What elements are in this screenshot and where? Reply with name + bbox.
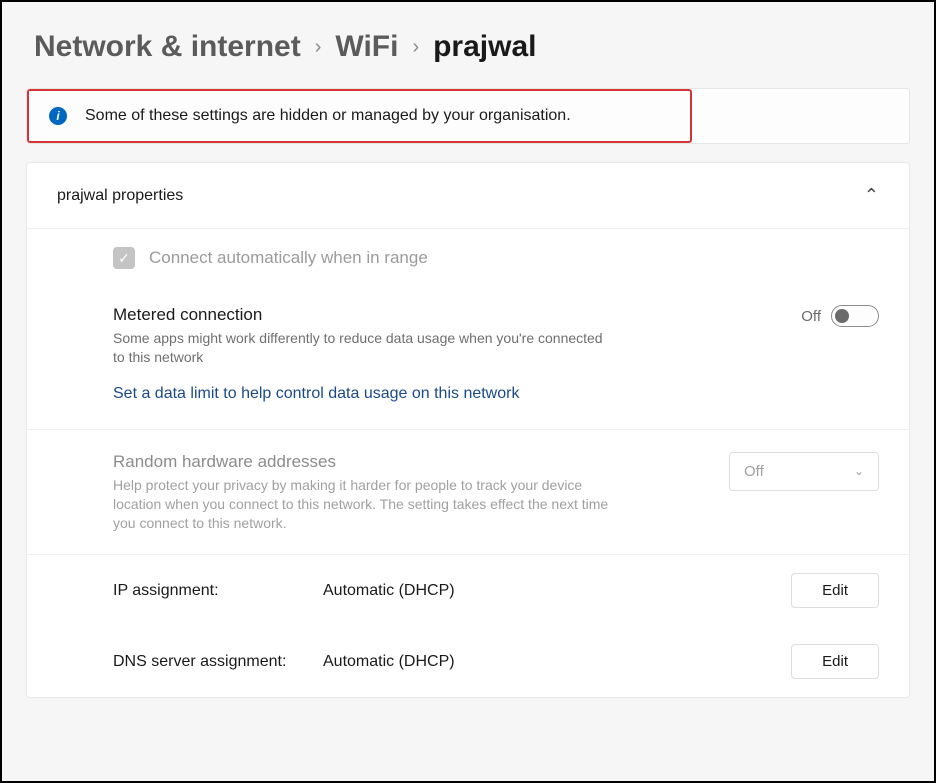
org-managed-text: Some of these settings are hidden or man…	[85, 107, 571, 125]
random-hardware-row: Random hardware addresses Help protect y…	[27, 430, 909, 556]
toggle-knob	[835, 309, 849, 323]
ip-assignment-value: Automatic (DHCP)	[323, 582, 771, 600]
info-icon: i	[49, 107, 67, 125]
breadcrumb-current: prajwal	[433, 30, 536, 64]
metered-connection-row: Metered connection Some apps might work …	[27, 287, 909, 430]
properties-panel: prajwal properties ⌃ ✓ Connect automatic…	[26, 162, 910, 698]
dns-assignment-row: DNS server assignment: Automatic (DHCP) …	[27, 626, 909, 697]
data-limit-link[interactable]: Set a data limit to help control data us…	[113, 385, 519, 403]
breadcrumb-wifi[interactable]: WiFi	[335, 30, 398, 64]
random-hardware-value: Off	[744, 463, 764, 480]
random-desc: Help protect your privacy by making it h…	[113, 476, 613, 533]
chevron-down-icon: ⌄	[854, 464, 864, 478]
metered-state-label: Off	[801, 308, 821, 325]
breadcrumb: Network & internet › WiFi › prajwal	[26, 30, 910, 64]
chevron-right-icon: ›	[412, 36, 419, 59]
ip-assignment-label: IP assignment:	[113, 582, 303, 600]
chevron-up-icon: ⌃	[864, 185, 879, 206]
properties-title: prajwal properties	[57, 187, 183, 205]
auto-connect-label: Connect automatically when in range	[149, 248, 428, 268]
chevron-right-icon: ›	[315, 36, 322, 59]
properties-header[interactable]: prajwal properties ⌃	[27, 163, 909, 229]
metered-toggle[interactable]	[831, 305, 879, 327]
breadcrumb-network[interactable]: Network & internet	[34, 30, 301, 64]
ip-assignment-row: IP assignment: Automatic (DHCP) Edit	[27, 555, 909, 626]
auto-connect-row: ✓ Connect automatically when in range	[27, 229, 909, 287]
ip-edit-button[interactable]: Edit	[791, 573, 879, 608]
metered-desc: Some apps might work differently to redu…	[113, 329, 613, 367]
random-hardware-dropdown[interactable]: Off ⌄	[729, 452, 879, 491]
metered-title: Metered connection	[113, 305, 801, 325]
dns-assignment-value: Automatic (DHCP)	[323, 653, 771, 671]
org-managed-banner: i Some of these settings are hidden or m…	[26, 88, 910, 144]
dns-edit-button[interactable]: Edit	[791, 644, 879, 679]
random-title: Random hardware addresses	[113, 452, 729, 472]
dns-assignment-label: DNS server assignment:	[113, 653, 303, 671]
auto-connect-checkbox[interactable]: ✓	[113, 247, 135, 269]
